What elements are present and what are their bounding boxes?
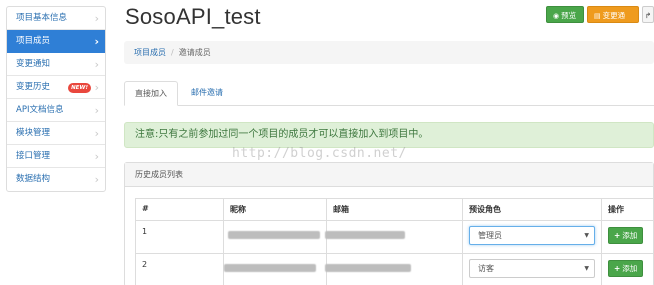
chevron-right-icon: › [94,173,99,186]
action-cell: + 添加 [601,220,654,254]
sidebar-item-interfaces[interactable]: 接口管理 › [7,145,105,168]
column-header-action: 操作 [601,198,654,221]
add-member-label: 添加 [622,264,638,273]
chevron-right-icon: › [94,81,99,94]
email-cell [325,253,463,285]
column-header-index: # [135,198,224,221]
sidebar-item-modules[interactable]: 模块管理 › [7,122,105,145]
role-select-value: 访客 [478,264,494,273]
table-row: 1 管理员 ▼ + 添加 [135,220,654,254]
role-select[interactable]: 管理员 ▼ [469,226,595,245]
sidebar-item-data-structures[interactable]: 数据结构 › [7,168,105,191]
sidebar-item-label: 项目成员 [16,36,51,46]
chevron-right-icon: › [94,12,99,25]
sidebar-item-project-members[interactable]: 项目成员 › [7,30,105,53]
nickname-cell [223,253,327,285]
change-notify-button[interactable]: ▤ 变更通知 [587,6,639,38]
panel-title: 历史成员列表 [125,163,653,187]
chevron-right-icon: › [94,35,99,48]
caret-down-icon: ▼ [584,232,589,239]
redacted-email [325,231,405,239]
row-index: 2 [135,253,224,285]
preview-button[interactable]: ◉ 预览 [546,6,584,23]
sidebar-item-label: 数据结构 [16,174,51,184]
sidebar-item-label: 接口管理 [16,151,51,161]
email-cell [325,220,463,254]
breadcrumb: 项目成员 / 邀请成员 [124,41,654,64]
sidebar-item-project-info[interactable]: 项目基本信息 › [7,7,105,30]
eye-icon: ◉ [553,12,560,20]
chevron-right-icon: › [94,127,99,140]
column-header-role: 预设角色 [462,198,602,221]
sidebar-item-label: 变更历史 [16,82,51,92]
watermark: http://blog.csdn.net/ [232,146,407,161]
redacted-nickname [228,231,320,239]
chevron-right-icon: › [94,58,99,71]
plus-icon: + [614,264,621,273]
add-member-label: 添加 [622,231,638,240]
sidebar-item-label: API文档信息 [16,105,64,115]
role-select[interactable]: 访客 ▼ [469,259,595,278]
breadcrumb-parent-link[interactable]: 项目成员 [134,48,166,57]
role-cell: 访客 ▼ [462,253,602,285]
share-icon: ↱ [645,11,652,20]
breadcrumb-current: 邀请成员 [178,48,211,57]
row-index: 1 [135,220,224,254]
history-members-panel: 历史成员列表 # 昵称 邮箱 预设角色 操作 1 管理员 ▼ + 添加 2 访客… [124,162,654,285]
new-badge: NEW! [68,83,91,93]
members-table: # 昵称 邮箱 预设角色 操作 1 管理员 ▼ + 添加 2 访客 ▼ + 添加 [135,198,654,285]
notice-alert: 注意:只有之前参加过同一个项目的成员才可以直接加入到项目中。 [124,122,654,148]
tab-email-invite[interactable]: 邮件邀请 [181,81,233,106]
chevron-right-icon: › [94,150,99,163]
preview-label: 预览 [561,11,577,20]
column-header-nickname: 昵称 [223,198,327,221]
sidebar-item-change-notify[interactable]: 变更通知 › [7,53,105,76]
column-header-email: 邮箱 [326,198,463,221]
role-select-value: 管理员 [478,231,502,240]
redacted-email [325,264,411,272]
sidebar: 项目基本信息 › 项目成员 › 变更通知 › 变更历史 NEW! › API文档… [6,6,106,192]
tab-bar: 直接加入 邮件邀请 [124,81,654,106]
chevron-right-icon: › [94,104,99,117]
table-header-row: # 昵称 邮箱 预设角色 操作 [135,198,654,221]
breadcrumb-separator: / [171,48,174,57]
list-icon: ▤ [594,12,601,20]
role-cell: 管理员 ▼ [462,220,602,254]
page-title: SosoAPI_test [125,4,261,29]
tab-direct-join[interactable]: 直接加入 [124,81,178,106]
sidebar-item-label: 项目基本信息 [16,13,68,23]
sidebar-item-api-docs[interactable]: API文档信息 › [7,99,105,122]
sidebar-item-label: 变更通知 [16,59,51,69]
add-member-button[interactable]: + 添加 [608,227,644,244]
nickname-cell [223,220,327,254]
add-member-button[interactable]: + 添加 [608,260,644,277]
caret-down-icon: ▼ [584,265,589,272]
sidebar-item-change-history[interactable]: 变更历史 NEW! › [7,76,105,99]
action-cell: + 添加 [601,253,654,285]
plus-icon: + [614,231,621,240]
sidebar-item-label: 模块管理 [16,128,51,138]
table-row: 2 访客 ▼ + 添加 [135,253,654,285]
share-button[interactable]: ↱ [642,6,654,23]
redacted-nickname [224,264,316,272]
